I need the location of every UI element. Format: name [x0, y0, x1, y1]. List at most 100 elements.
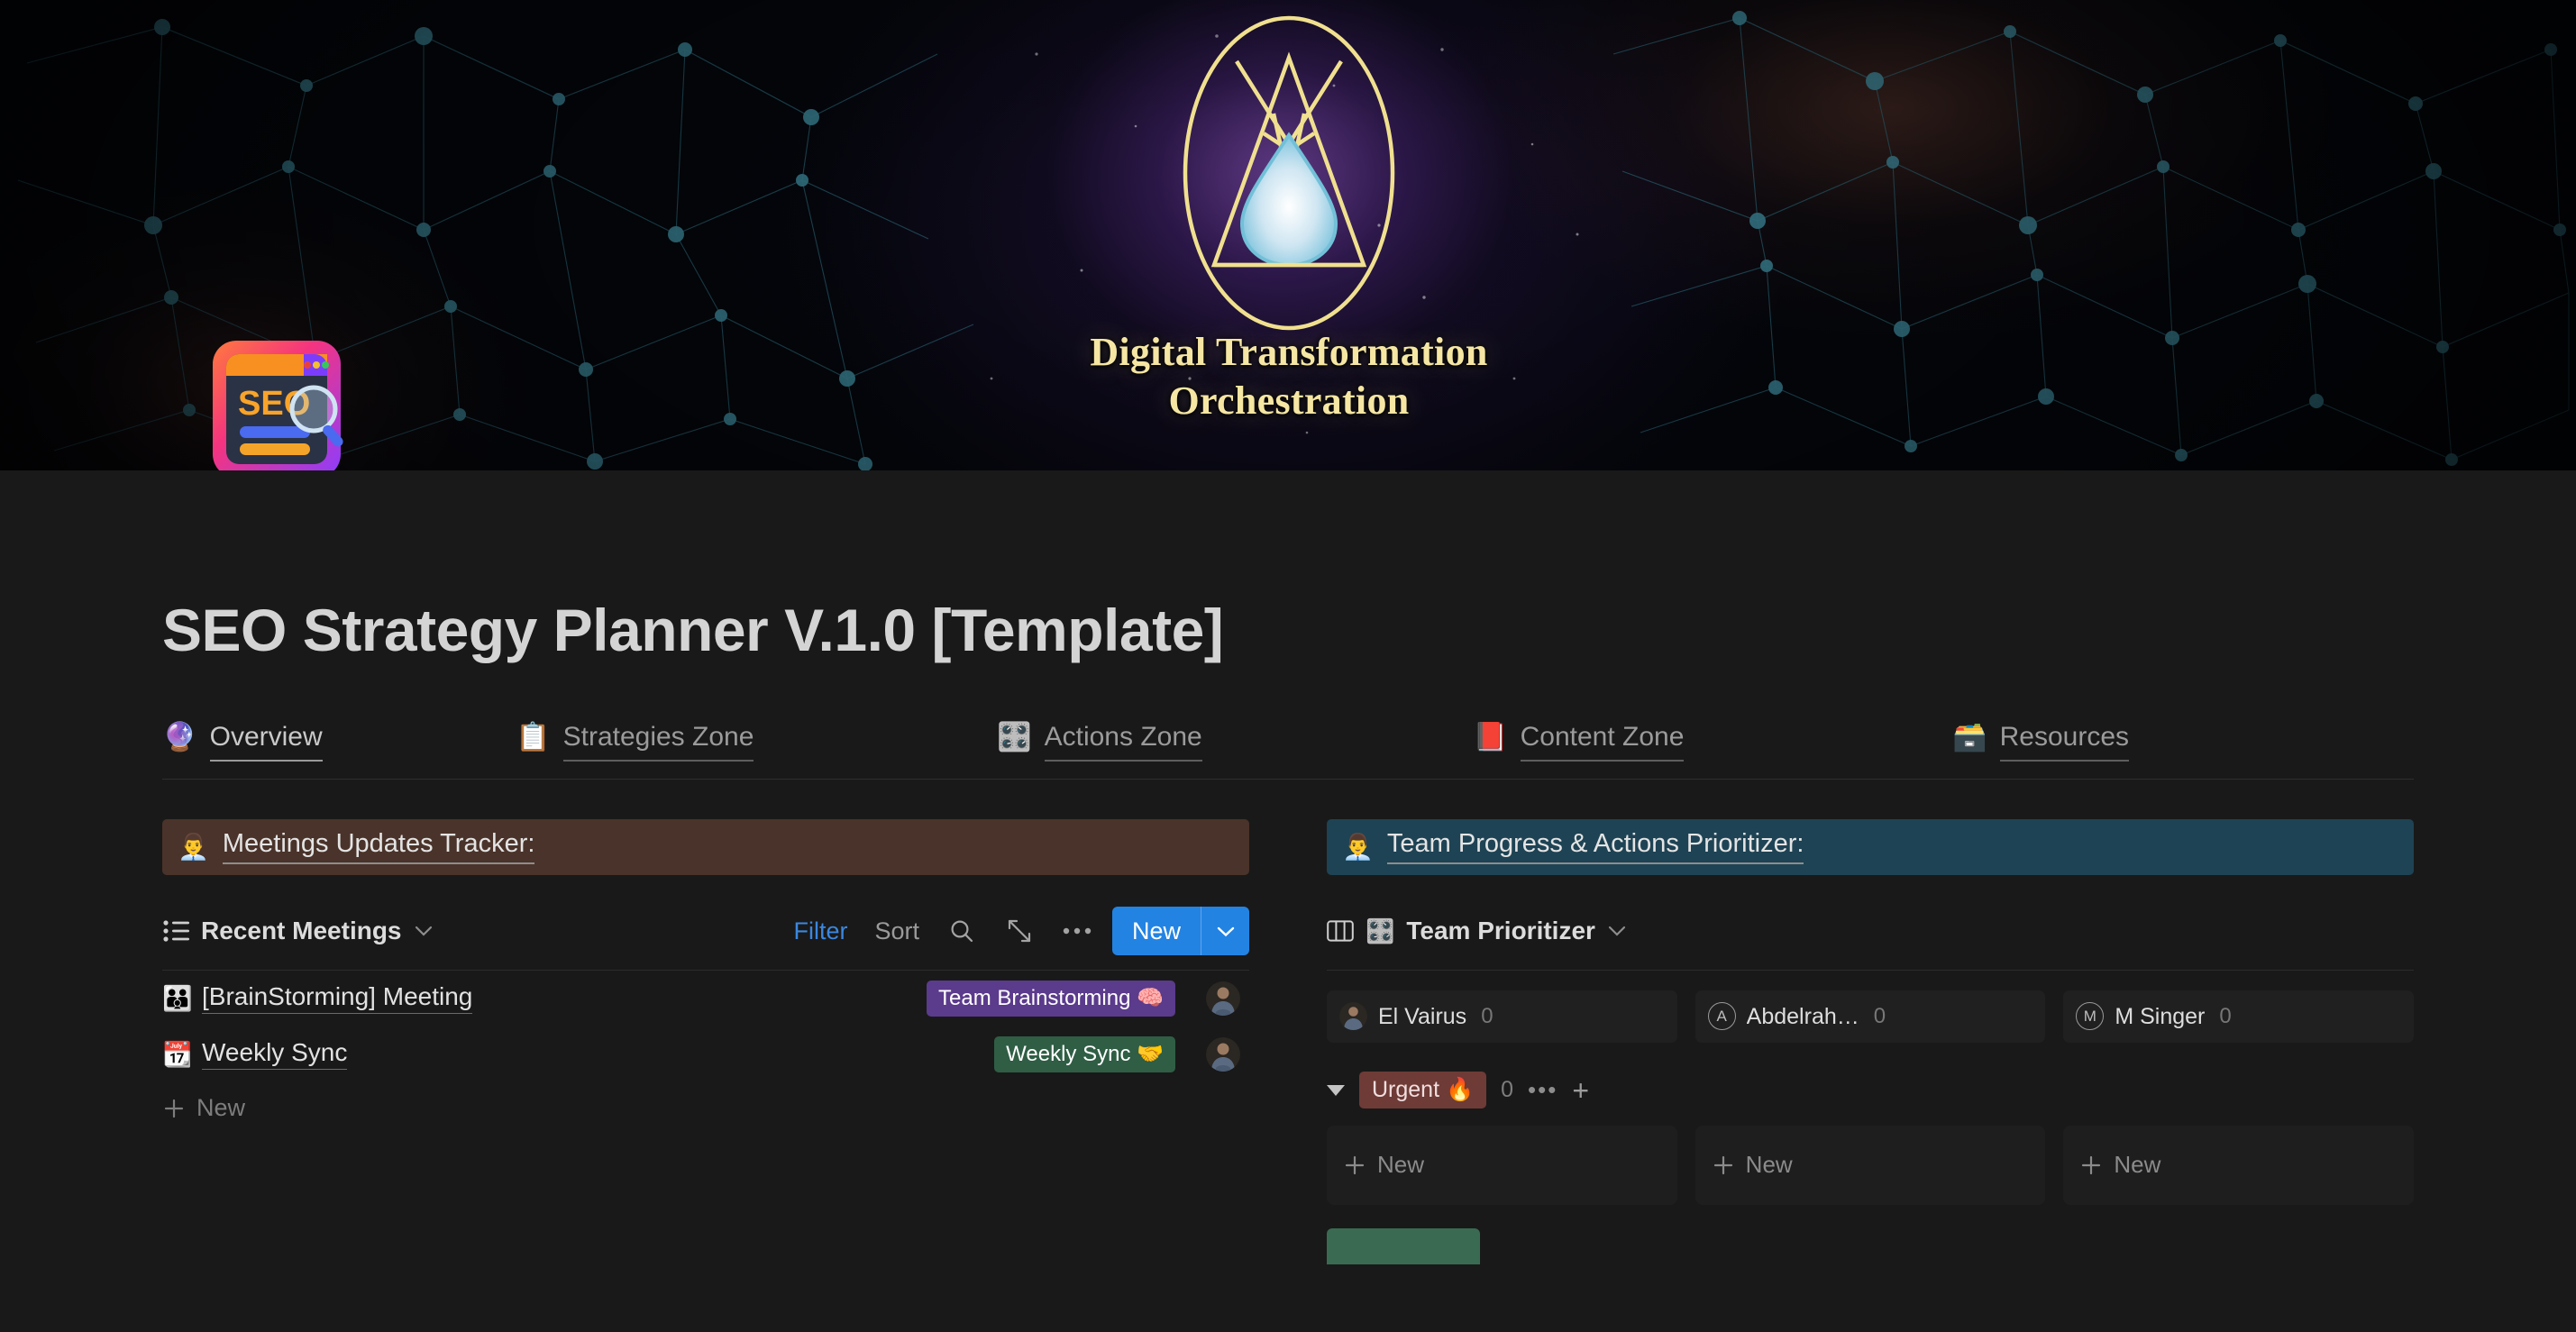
board-group-count: 0 [1873, 1003, 1886, 1028]
avatar [1339, 1002, 1367, 1031]
chevron-down-icon [1217, 926, 1234, 937]
new-meeting-dropdown[interactable] [1201, 907, 1249, 956]
meeting-title[interactable]: Weekly Sync [202, 1038, 348, 1071]
tab-actions-zone-label: Actions Zone [1044, 722, 1202, 762]
calendar-pen-icon: 📆 [162, 1040, 193, 1068]
next-board-group-badge [1327, 1227, 1480, 1264]
tab-overview-label: Overview [209, 722, 323, 762]
team-prioritizer-column: 👨‍💼 Team Progress & Actions Prioritizer:… [1327, 818, 2415, 1264]
alchemical-logo-icon [1183, 15, 1395, 331]
page-title: SEO Strategy Planner V.1.0 [Template] [162, 597, 1224, 663]
board-group-header[interactable]: El Vairus 0 [1327, 990, 1677, 1043]
status-count: 0 [1501, 1077, 1514, 1103]
add-card-label: New [1377, 1151, 1425, 1179]
tab-content-zone[interactable]: 📕 Content Zone [1473, 715, 1952, 779]
add-card-button[interactable]: New [1694, 1125, 2046, 1205]
server-rack-icon: 🗃️ [1952, 720, 1987, 753]
team-panel-header: 👨‍💼 Team Progress & Actions Prioritizer: [1327, 818, 2414, 875]
dashboard-columns: 👨‍💼 Meetings Updates Tracker: Recent Mee… [162, 818, 2415, 1264]
board-group-header[interactable]: A Abdelrah… 0 [1694, 990, 2046, 1043]
team-view-selector[interactable]: 🎛️ Team Prioritizer [1327, 916, 1627, 946]
board-group-count: 0 [2219, 1003, 2232, 1028]
tab-content-zone-label: Content Zone [1520, 722, 1685, 762]
status-badge: Team Brainstorming 🧠 [927, 980, 1175, 1017]
caret-down-icon[interactable] [1327, 1084, 1345, 1096]
emblem-title: Digital Transformation Orchestration [1023, 328, 1555, 424]
brainstorm-group-icon: 👪 [162, 984, 193, 1012]
add-card-button[interactable]: New [1327, 1125, 1677, 1205]
meetings-toolbar-actions: Filter Sort [793, 916, 1092, 946]
board-view-icon [1327, 920, 1354, 942]
person-photo-avatar-icon [1206, 981, 1240, 1016]
avatar: M [2076, 1002, 2105, 1031]
table-row[interactable]: 📆 Weekly Sync Weekly Sync 🤝 [162, 1026, 1249, 1082]
tab-strategies-zone[interactable]: 📋 Strategies Zone [516, 715, 997, 779]
board-column-abdelrah: A Abdelrah… 0 [1694, 990, 2046, 1043]
plus-icon [2082, 1155, 2101, 1174]
meetings-database-toolbar: Recent Meetings Filter Sort New [162, 893, 1249, 971]
board-column-el-vairus: El Vairus 0 [1327, 990, 1677, 1043]
meetings-panel-header: 👨‍💼 Meetings Updates Tracker: [162, 818, 1249, 875]
red-alarm-icon: 🎛️ [1366, 917, 1395, 945]
meetings-column: 👨‍💼 Meetings Updates Tracker: Recent Mee… [162, 818, 1249, 1264]
crystal-ball-icon: 🔮 [162, 720, 197, 753]
add-card-button[interactable]: New [2063, 1125, 2415, 1205]
expand-button[interactable] [1004, 916, 1035, 946]
emblem-title-line-2: Orchestration [1168, 378, 1410, 423]
filter-button[interactable]: Filter [793, 917, 847, 944]
board-status-row-urgent: Urgent 🔥 0 ••• + [1327, 1070, 2414, 1111]
table-row[interactable]: 👪 [BrainStorming] Meeting Team Brainstor… [162, 971, 1249, 1026]
status-badge: Urgent 🔥 [1359, 1072, 1487, 1109]
chevron-down-icon [1608, 926, 1626, 936]
plus-icon [164, 1099, 184, 1118]
emblem: Digital Transformation Orchestration [1023, 2, 1555, 470]
list-view-icon [163, 920, 189, 942]
new-meeting-button-label: New [1131, 917, 1181, 944]
person-photo-avatar-icon [1339, 1002, 1367, 1031]
zone-tabs: 🔮 Overview 📋 Strategies Zone 🎛️ Actions … [162, 715, 2414, 780]
meeting-table-icon: 👨‍💼 [178, 832, 209, 861]
add-new-meeting-row[interactable]: New [162, 1082, 1249, 1135]
add-card-label: New [1745, 1151, 1793, 1179]
avatar: A [1707, 1002, 1736, 1031]
chevron-down-icon [415, 926, 432, 936]
tab-overview[interactable]: 🔮 Overview [162, 715, 516, 779]
search-button[interactable] [946, 916, 977, 946]
add-card-label: New [2114, 1151, 2161, 1179]
add-new-meeting-label: New [196, 1094, 246, 1122]
board-group-count: 0 [1481, 1003, 1494, 1028]
actions-board-icon: 🎛️ [997, 720, 1032, 753]
avatar [1206, 1036, 1240, 1072]
board-group-name: Abdelrah… [1746, 1003, 1859, 1029]
plus-icon[interactable]: + [1572, 1076, 1589, 1105]
easel-board-icon: 📋 [516, 720, 551, 753]
search-icon [951, 920, 973, 943]
more-options-icon[interactable]: ••• [1528, 1076, 1557, 1104]
tab-resources-label: Resources [1999, 722, 2130, 762]
page-banner: Digital Transformation Orchestration SEO [0, 0, 2576, 470]
tab-resources[interactable]: 🗃️ Resources [1952, 715, 2295, 779]
meetings-view-selector[interactable]: Recent Meetings [162, 917, 434, 944]
sort-button[interactable]: Sort [874, 917, 919, 944]
expand-arrows-icon [1008, 920, 1031, 943]
board-column-m-singer: M M Singer 0 [2063, 990, 2415, 1043]
more-options-button[interactable] [1062, 916, 1092, 946]
plus-icon [1713, 1155, 1732, 1174]
tab-strategies-zone-label: Strategies Zone [562, 722, 754, 762]
board-group-header[interactable]: M M Singer 0 [2063, 990, 2415, 1043]
team-view-name: Team Prioritizer [1406, 917, 1595, 945]
meetings-panel-title: Meetings Updates Tracker: [222, 829, 535, 865]
team-database-toolbar: 🎛️ Team Prioritizer [1327, 893, 2414, 971]
more-options-icon [1063, 928, 1092, 935]
emblem-title-line-1: Digital Transformation [1090, 330, 1488, 374]
board-group-name: M Singer [2115, 1003, 2206, 1029]
plus-icon [1345, 1155, 1365, 1174]
page-content: SEO Strategy Planner V.1.0 [Template] 🔮 … [0, 597, 2576, 1264]
status-badge: Weekly Sync 🤝 [994, 1035, 1175, 1072]
avatar [1206, 981, 1240, 1016]
content-king-icon: 📕 [1473, 720, 1508, 753]
tab-actions-zone[interactable]: 🎛️ Actions Zone [997, 715, 1473, 779]
meeting-title[interactable]: [BrainStorming] Meeting [202, 982, 473, 1015]
board-cards-row: New New New [1327, 1125, 2415, 1205]
new-meeting-button[interactable]: New [1111, 907, 1249, 956]
